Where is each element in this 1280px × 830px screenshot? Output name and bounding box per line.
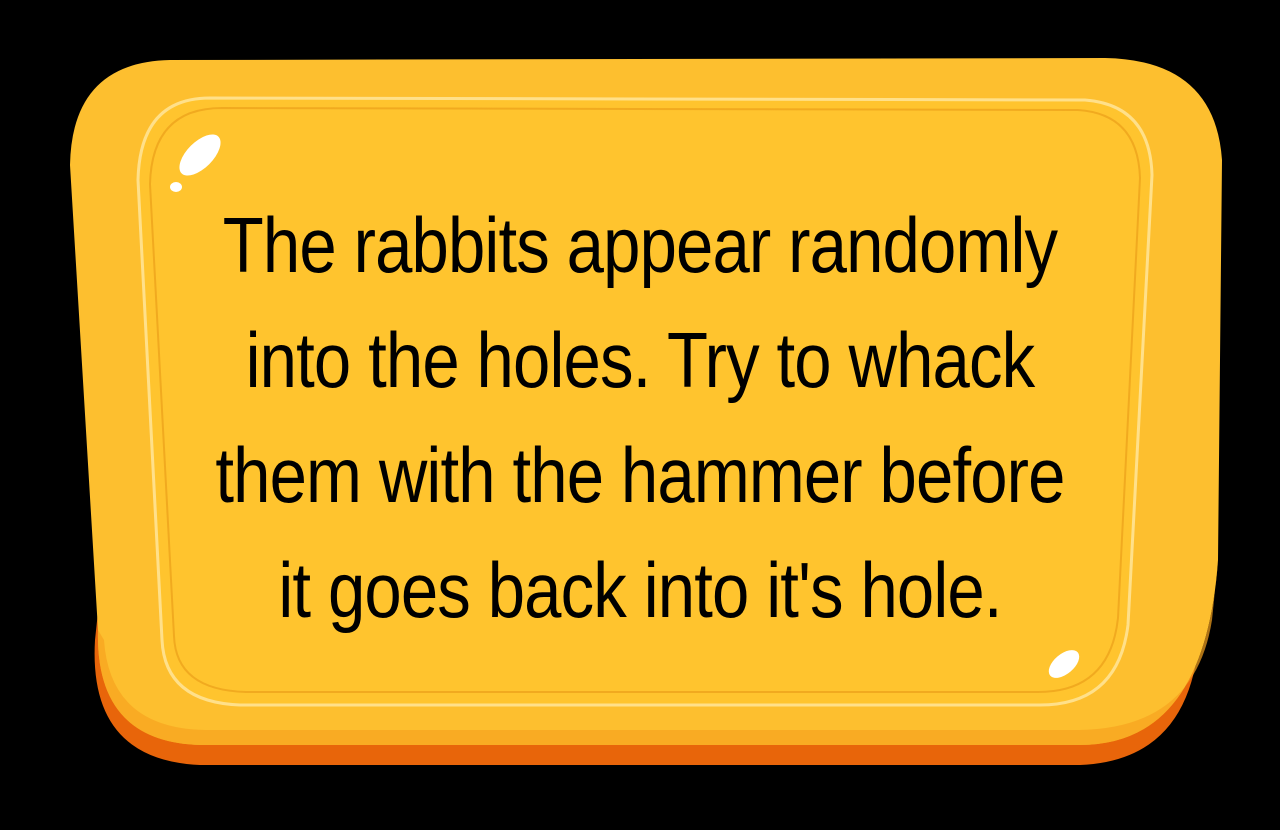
instructions-line-4: it goes back into it's hole. [278, 546, 1002, 634]
instructions-text: The rabbits appear randomly into the hol… [182, 188, 1097, 648]
instructions-line-3: them with the hammer before [215, 431, 1065, 519]
gloss-highlight-small [170, 182, 182, 192]
instructions-line-2: into the holes. Try to whack [245, 316, 1036, 404]
instructions-line-1: The rabbits appear randomly [222, 201, 1058, 289]
instructions-panel: The rabbits appear randomly into the hol… [0, 0, 1280, 830]
